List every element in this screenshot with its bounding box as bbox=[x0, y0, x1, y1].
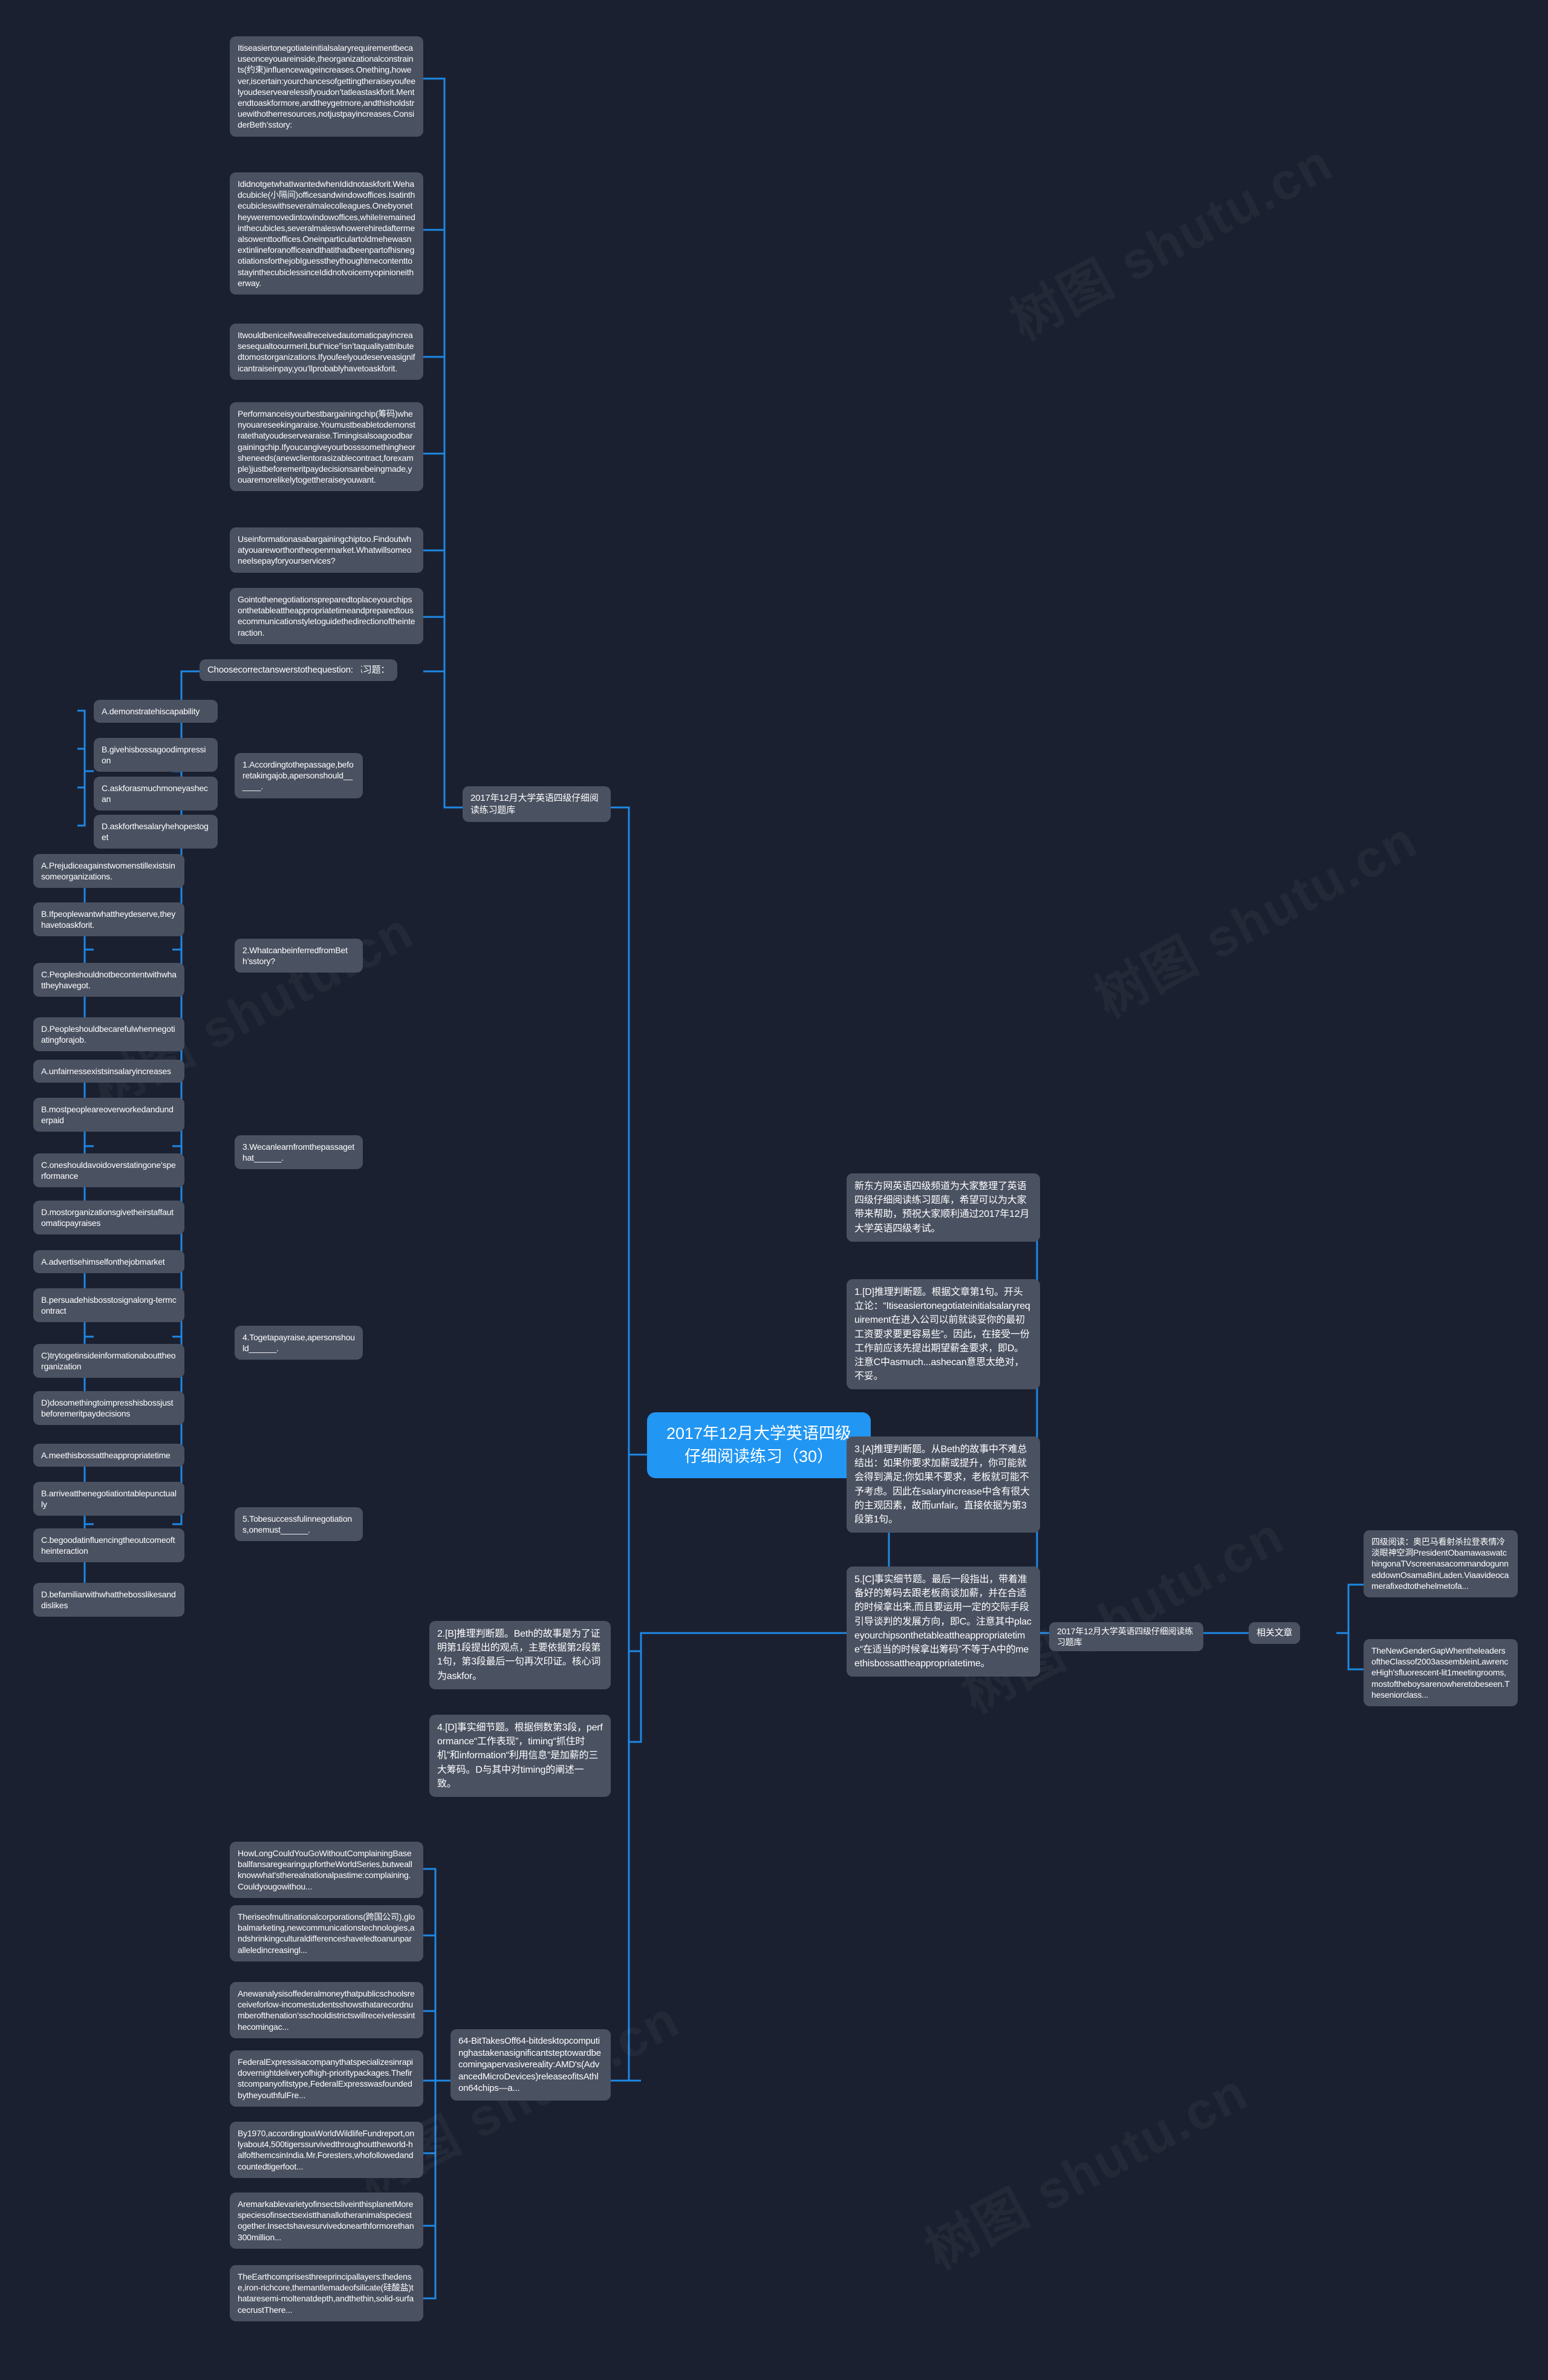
article-list-item[interactable]: FederalExpressisacompanythatspecializesi… bbox=[230, 2050, 423, 2107]
question-option[interactable]: C.oneshouldavoidoverstatingone’sperforma… bbox=[33, 1153, 184, 1188]
answer-explanation-1[interactable]: 1.[D]推理判断题。根据文章第1句。开头立论：“Itiseasiertoneg… bbox=[847, 1279, 1040, 1390]
question-option[interactable]: A.meethisbossattheappropriatetime bbox=[33, 1444, 184, 1467]
root-node[interactable]: 2017年12月大学英语四级仔细阅读练习（30） bbox=[647, 1412, 871, 1478]
answer-key-title-node[interactable]: 2017年12月大学英语四级仔细阅读练习题库 bbox=[1049, 1622, 1203, 1652]
related-articles-title-node[interactable]: 相关文章 bbox=[1249, 1622, 1301, 1644]
question-option[interactable]: D.askforthesalaryhehopestoget bbox=[94, 815, 218, 849]
passage-paragraph[interactable]: Useinformationasabargainingchiptoo.Findo… bbox=[230, 527, 423, 573]
question-stem[interactable]: 5.Tobesuccessfulinnegotiations,onemust__… bbox=[235, 1507, 363, 1542]
related-article-item[interactable]: 四级阅读：奥巴马看射杀拉登表情冷淡眼神空洞PresidentObamawaswa… bbox=[1364, 1530, 1518, 1597]
question-option[interactable]: B.arriveatthenegotiationtablepunctually bbox=[33, 1482, 184, 1516]
article-list-item[interactable]: 64-BitTakesOff64-bitdesktopcomputinghast… bbox=[450, 2029, 611, 2101]
watermark: 树图 shutu.cn bbox=[910, 2050, 1259, 2283]
question-option[interactable]: D.mostorganizationsgivetheirstaffautomat… bbox=[33, 1201, 184, 1235]
question-stem[interactable]: 1.Accordingtothepassage,beforetakingajob… bbox=[235, 753, 363, 798]
question-option[interactable]: C.Peopleshouldnotbecontentwithwhattheyha… bbox=[33, 963, 184, 997]
question-option[interactable]: A.Prejudiceagainstwomenstillexistsinsome… bbox=[33, 854, 184, 888]
question-option[interactable]: B.mostpeopleareoverworkedandunderpaid bbox=[33, 1098, 184, 1132]
article-list-item[interactable]: Aremarkablevarietyofinsectsliveinthispla… bbox=[230, 2193, 423, 2249]
question-option[interactable]: D)dosomethingtoimpresshisbossjustbeforem… bbox=[33, 1391, 184, 1426]
watermark: 树图 shutu.cn bbox=[995, 120, 1344, 354]
instruction-node[interactable]: Choosecorrectanswerstothequestion: bbox=[200, 659, 361, 681]
related-article-item[interactable]: TheNewGenderGapWhentheleadersoftheClasso… bbox=[1364, 1639, 1518, 1706]
article-list-item[interactable]: HowLongCouldYouGoWithoutComplainingBaseb… bbox=[230, 1842, 423, 1898]
article-list-item[interactable]: TheEarthcomprisesthreeprincipallayers:th… bbox=[230, 2265, 423, 2321]
question-option[interactable]: C)trytogetinsideinformationabouttheorgan… bbox=[33, 1344, 184, 1378]
answer-intro-node[interactable]: 新东方网英语四级频道为大家整理了英语四级仔细阅读练习题库，希望可以为大家带来帮助… bbox=[847, 1173, 1040, 1242]
exercise-title-node[interactable]: 2017年12月大学英语四级仔细阅读练习题库 bbox=[463, 786, 611, 822]
question-option[interactable]: C.begoodatinfluencingtheoutcomeoftheinte… bbox=[33, 1528, 184, 1563]
question-stem[interactable]: 2.WhatcanbeinferredfromBeth’sstory? bbox=[235, 939, 363, 973]
article-list-item[interactable]: By1970,accordingtoaWorldWildlifeFundrepo… bbox=[230, 2122, 423, 2178]
question-option[interactable]: B.Ifpeoplewantwhattheydeserve,theyhaveto… bbox=[33, 902, 184, 937]
question-stem[interactable]: 4.Togetapayraise,apersonshould______. bbox=[235, 1326, 363, 1360]
answer-explanation-3[interactable]: 3.[A]推理判断题。从Beth的故事中不难总结出：如果你要求加薪或提升，你可能… bbox=[847, 1436, 1040, 1533]
question-option[interactable]: C.askforasmuchmoneyashecan bbox=[94, 777, 218, 811]
passage-paragraph[interactable]: Itwouldbeniceifweallreceivedautomaticpay… bbox=[230, 324, 423, 380]
article-list-item[interactable]: Theriseofmultinationalcorporations(跨国公司)… bbox=[230, 1905, 423, 1961]
article-list-item[interactable]: Anewanalysisoffederalmoneythatpublicscho… bbox=[230, 1982, 423, 2038]
passage-paragraph[interactable]: Gointothenegotiationspreparedtoplaceyour… bbox=[230, 588, 423, 644]
answer-explanation-4[interactable]: 4.[D]事实细节题。根据倒数第3段，performance“工作表现”，tim… bbox=[429, 1715, 611, 1797]
answer-explanation-2[interactable]: 2.[B]推理判断题。Beth的故事是为了证明第1段提出的观点，主要依据第2段第… bbox=[429, 1621, 611, 1689]
question-option[interactable]: A.unfairnessexistsinsalaryincreases bbox=[33, 1060, 184, 1083]
watermark: 树图 shutu.cn bbox=[1079, 798, 1428, 1031]
passage-paragraph[interactable]: Performanceisyourbestbargainingchip(筹码)w… bbox=[230, 402, 423, 492]
question-stem[interactable]: 3.Wecanlearnfromthepassagethat______. bbox=[235, 1135, 363, 1170]
question-option[interactable]: D.Peopleshouldbecarefulwhennegotiatingfo… bbox=[33, 1017, 184, 1052]
answer-explanation-5[interactable]: 5.[C]事实细节题。最后一段指出，带着准备好的筹码去跟老板商谈加薪，并在合适的… bbox=[847, 1567, 1040, 1677]
question-option[interactable]: B.givehisbossagoodimpression bbox=[94, 738, 218, 772]
passage-paragraph[interactable]: Itiseasiertonegotiateinitialsalaryrequir… bbox=[230, 36, 423, 137]
question-option[interactable]: A.demonstratehiscapability bbox=[94, 700, 218, 723]
passage-paragraph[interactable]: IdidnotgetwhatIwantedwhenIdidnotaskforit… bbox=[230, 172, 423, 295]
question-option[interactable]: B.persuadehisbosstosignalong-termcontrac… bbox=[33, 1288, 184, 1323]
question-option[interactable]: D.befamiliarwithwhatthebosslikesanddisli… bbox=[33, 1583, 184, 1617]
mindmap-canvas: 树图 shutu.cn 树图 shutu.cn 树图 shutu.cn 树图 s… bbox=[0, 0, 1548, 2380]
question-option[interactable]: A.advertisehimselfonthejobmarket bbox=[33, 1250, 184, 1274]
